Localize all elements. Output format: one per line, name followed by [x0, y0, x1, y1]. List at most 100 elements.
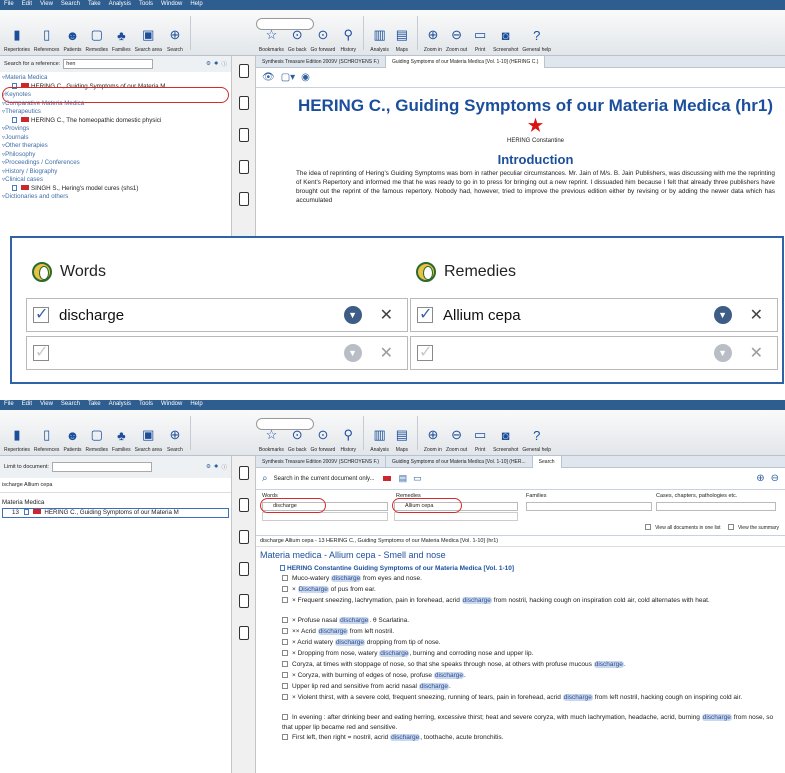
help-icon[interactable]: ⓘ: [221, 60, 227, 68]
menu-analysis[interactable]: Analysis: [109, 401, 131, 409]
tree-item[interactable]: HERING C., The homeopathic domestic phys…: [2, 117, 229, 126]
cases-field[interactable]: [656, 502, 776, 511]
toolbar-history-button[interactable]: ⚲ History: [337, 413, 359, 453]
toolbar-analysis-button[interactable]: ▥ Analysis: [368, 413, 391, 453]
page-icon[interactable]: ▢▾: [281, 72, 295, 83]
gear-icon[interactable]: ⚙: [206, 61, 211, 67]
tree-category[interactable]: ▿Proceedings / Conferences: [2, 159, 229, 168]
words-field-1[interactable]: discharge ▼ ✕: [26, 298, 408, 332]
result-item[interactable]: × Dropping from nose, watery discharge, …: [256, 649, 785, 659]
toolbar-repertories-button[interactable]: ▮ Repertories: [2, 13, 32, 53]
checkbox-icon[interactable]: [282, 734, 288, 740]
tab-1[interactable]: Guiding Symptoms of our Materia Medica […: [386, 55, 546, 68]
toolbar-remedies-button[interactable]: ▢ Remedies: [84, 413, 111, 453]
toolbar-maps-button[interactable]: ▤ Maps: [391, 413, 413, 453]
search-icon[interactable]: ⌕: [262, 473, 268, 484]
toolbar-search-button[interactable]: ⊕ Search: [164, 413, 186, 453]
clipboard-icon[interactable]: [238, 128, 249, 142]
limit-input[interactable]: [51, 462, 152, 472]
toolbar-go-forward-button[interactable]: ⊙ Go forward: [309, 13, 338, 53]
menu-file[interactable]: File: [4, 1, 14, 9]
checkbox-icon[interactable]: [282, 683, 288, 689]
result-item[interactable]: In evening : after drinking beer and eat…: [256, 713, 785, 733]
toolbar-general-help-button[interactable]: ? General help: [520, 13, 553, 54]
checkbox-icon[interactable]: [282, 628, 288, 634]
gear-icon[interactable]: ⚙: [206, 464, 211, 470]
chevron-down-icon[interactable]: ▼: [713, 306, 732, 324]
checkbox-icon[interactable]: [282, 617, 288, 623]
menu-tools[interactable]: Tools: [139, 1, 153, 9]
menu-analysis[interactable]: Analysis: [109, 1, 131, 9]
result-item[interactable]: First left, then right = nostril, acrid …: [256, 733, 785, 743]
checkbox-icon[interactable]: [282, 694, 288, 700]
checkbox-icon[interactable]: [282, 650, 288, 656]
menu-search[interactable]: Search: [61, 401, 80, 409]
checkbox-icon[interactable]: [282, 672, 288, 678]
clipboard-icon[interactable]: [238, 626, 249, 640]
checkbox-icon[interactable]: [282, 586, 288, 592]
result-item[interactable]: × Frequent sneezing, lachrymation, pain …: [256, 596, 785, 606]
clipboard-icon[interactable]: [238, 160, 249, 174]
checkbox-icon[interactable]: [417, 342, 433, 362]
families-field[interactable]: [526, 502, 652, 511]
checkbox-icon[interactable]: [282, 661, 288, 667]
chevron-down-icon[interactable]: ▼: [343, 344, 362, 362]
result-item[interactable]: ×× Acrid discharge from left nostril.: [256, 627, 785, 637]
toolbar-search-area-button[interactable]: ▣ Search area: [133, 13, 164, 53]
clipboard-icon[interactable]: [238, 96, 249, 110]
checkbox-icon[interactable]: [33, 304, 49, 324]
checkbox-icon[interactable]: [417, 304, 433, 324]
remedies-field-empty[interactable]: [394, 512, 518, 521]
result-item[interactable]: × Acrid watery discharge dropping from t…: [256, 638, 785, 648]
menu-help[interactable]: Help: [190, 1, 202, 9]
remedies-field-2[interactable]: ▼ ✕: [410, 336, 778, 370]
tree-category[interactable]: ▿Journals: [2, 134, 229, 143]
chevron-down-icon[interactable]: ▼: [343, 306, 362, 324]
clipboard-icon[interactable]: [238, 466, 249, 480]
clipboard-icon[interactable]: [238, 562, 249, 576]
result-item[interactable]: Coryza, at times with stoppage of nose, …: [256, 660, 785, 670]
result-item[interactable]: Muco-watery discharge from eyes and nose…: [256, 574, 785, 584]
checkbox-icon[interactable]: [282, 597, 288, 603]
result-item[interactable]: × Coryza, with burning of edges of nose,…: [256, 671, 785, 681]
toolbar-search-input[interactable]: [256, 18, 314, 30]
close-icon[interactable]: ✕: [750, 343, 763, 363]
toolbar-go-forward-button[interactable]: ⊙ Go forward: [309, 413, 338, 453]
tree-heading[interactable]: Materia Medica: [2, 499, 229, 508]
words-field-empty[interactable]: [262, 512, 388, 521]
menu-help[interactable]: Help: [190, 401, 202, 409]
menu-take[interactable]: Take: [88, 1, 101, 9]
menu-edit[interactable]: Edit: [22, 1, 32, 9]
toolbar-print-button[interactable]: ▭ Print: [469, 13, 491, 53]
result-item[interactable]: × Discharge of pus from ear.: [256, 585, 785, 595]
settings-icon[interactable]: ✹: [214, 61, 219, 67]
toolbar-analysis-button[interactable]: ▥ Analysis: [368, 13, 391, 53]
words-field-2[interactable]: ▼ ✕: [26, 336, 408, 370]
tree-category[interactable]: ▿Philosophy: [2, 151, 229, 160]
menu-view[interactable]: View: [40, 401, 53, 409]
checkbox-icon[interactable]: [727, 524, 734, 530]
result-item[interactable]: Upper lip red and sensitive from acrid n…: [256, 682, 785, 692]
settings-icon[interactable]: ✹: [214, 464, 219, 470]
toolbar-zoom-out-button[interactable]: ⊖ Zoom out: [444, 13, 469, 53]
checkbox-icon[interactable]: [645, 524, 652, 530]
close-icon[interactable]: ✕: [380, 305, 393, 325]
menu-edit[interactable]: Edit: [22, 401, 32, 409]
menu-take[interactable]: Take: [88, 401, 101, 409]
toolbar-screenshot-button[interactable]: ◙ Screenshot: [491, 13, 520, 54]
toolbar-references-button[interactable]: ▯ References: [32, 413, 62, 453]
toolbar-search-button[interactable]: ⊕ Search: [164, 13, 186, 53]
flag-icon[interactable]: [382, 476, 391, 481]
clipboard-icon[interactable]: [238, 530, 249, 544]
toolbar-search-area-button[interactable]: ▣ Search area: [133, 413, 164, 453]
checkbox-icon[interactable]: [282, 639, 288, 645]
toolbar-search-input[interactable]: [256, 418, 314, 430]
toolbar-screenshot-button[interactable]: ◙ Screenshot: [491, 413, 520, 454]
tab-1[interactable]: Guiding Symptoms of our Materia Medica […: [386, 455, 533, 468]
remedies-field-1[interactable]: Allium cepa ▼ ✕: [410, 298, 778, 332]
tree-item[interactable]: 13 HERING C., Guiding Symptoms of our Ma…: [2, 507, 229, 518]
clipboard-icon[interactable]: [238, 594, 249, 608]
toolbar-references-button[interactable]: ▯ References: [32, 13, 62, 53]
tree-category[interactable]: ▿Other therapies: [2, 142, 229, 151]
close-icon[interactable]: ✕: [380, 343, 393, 363]
